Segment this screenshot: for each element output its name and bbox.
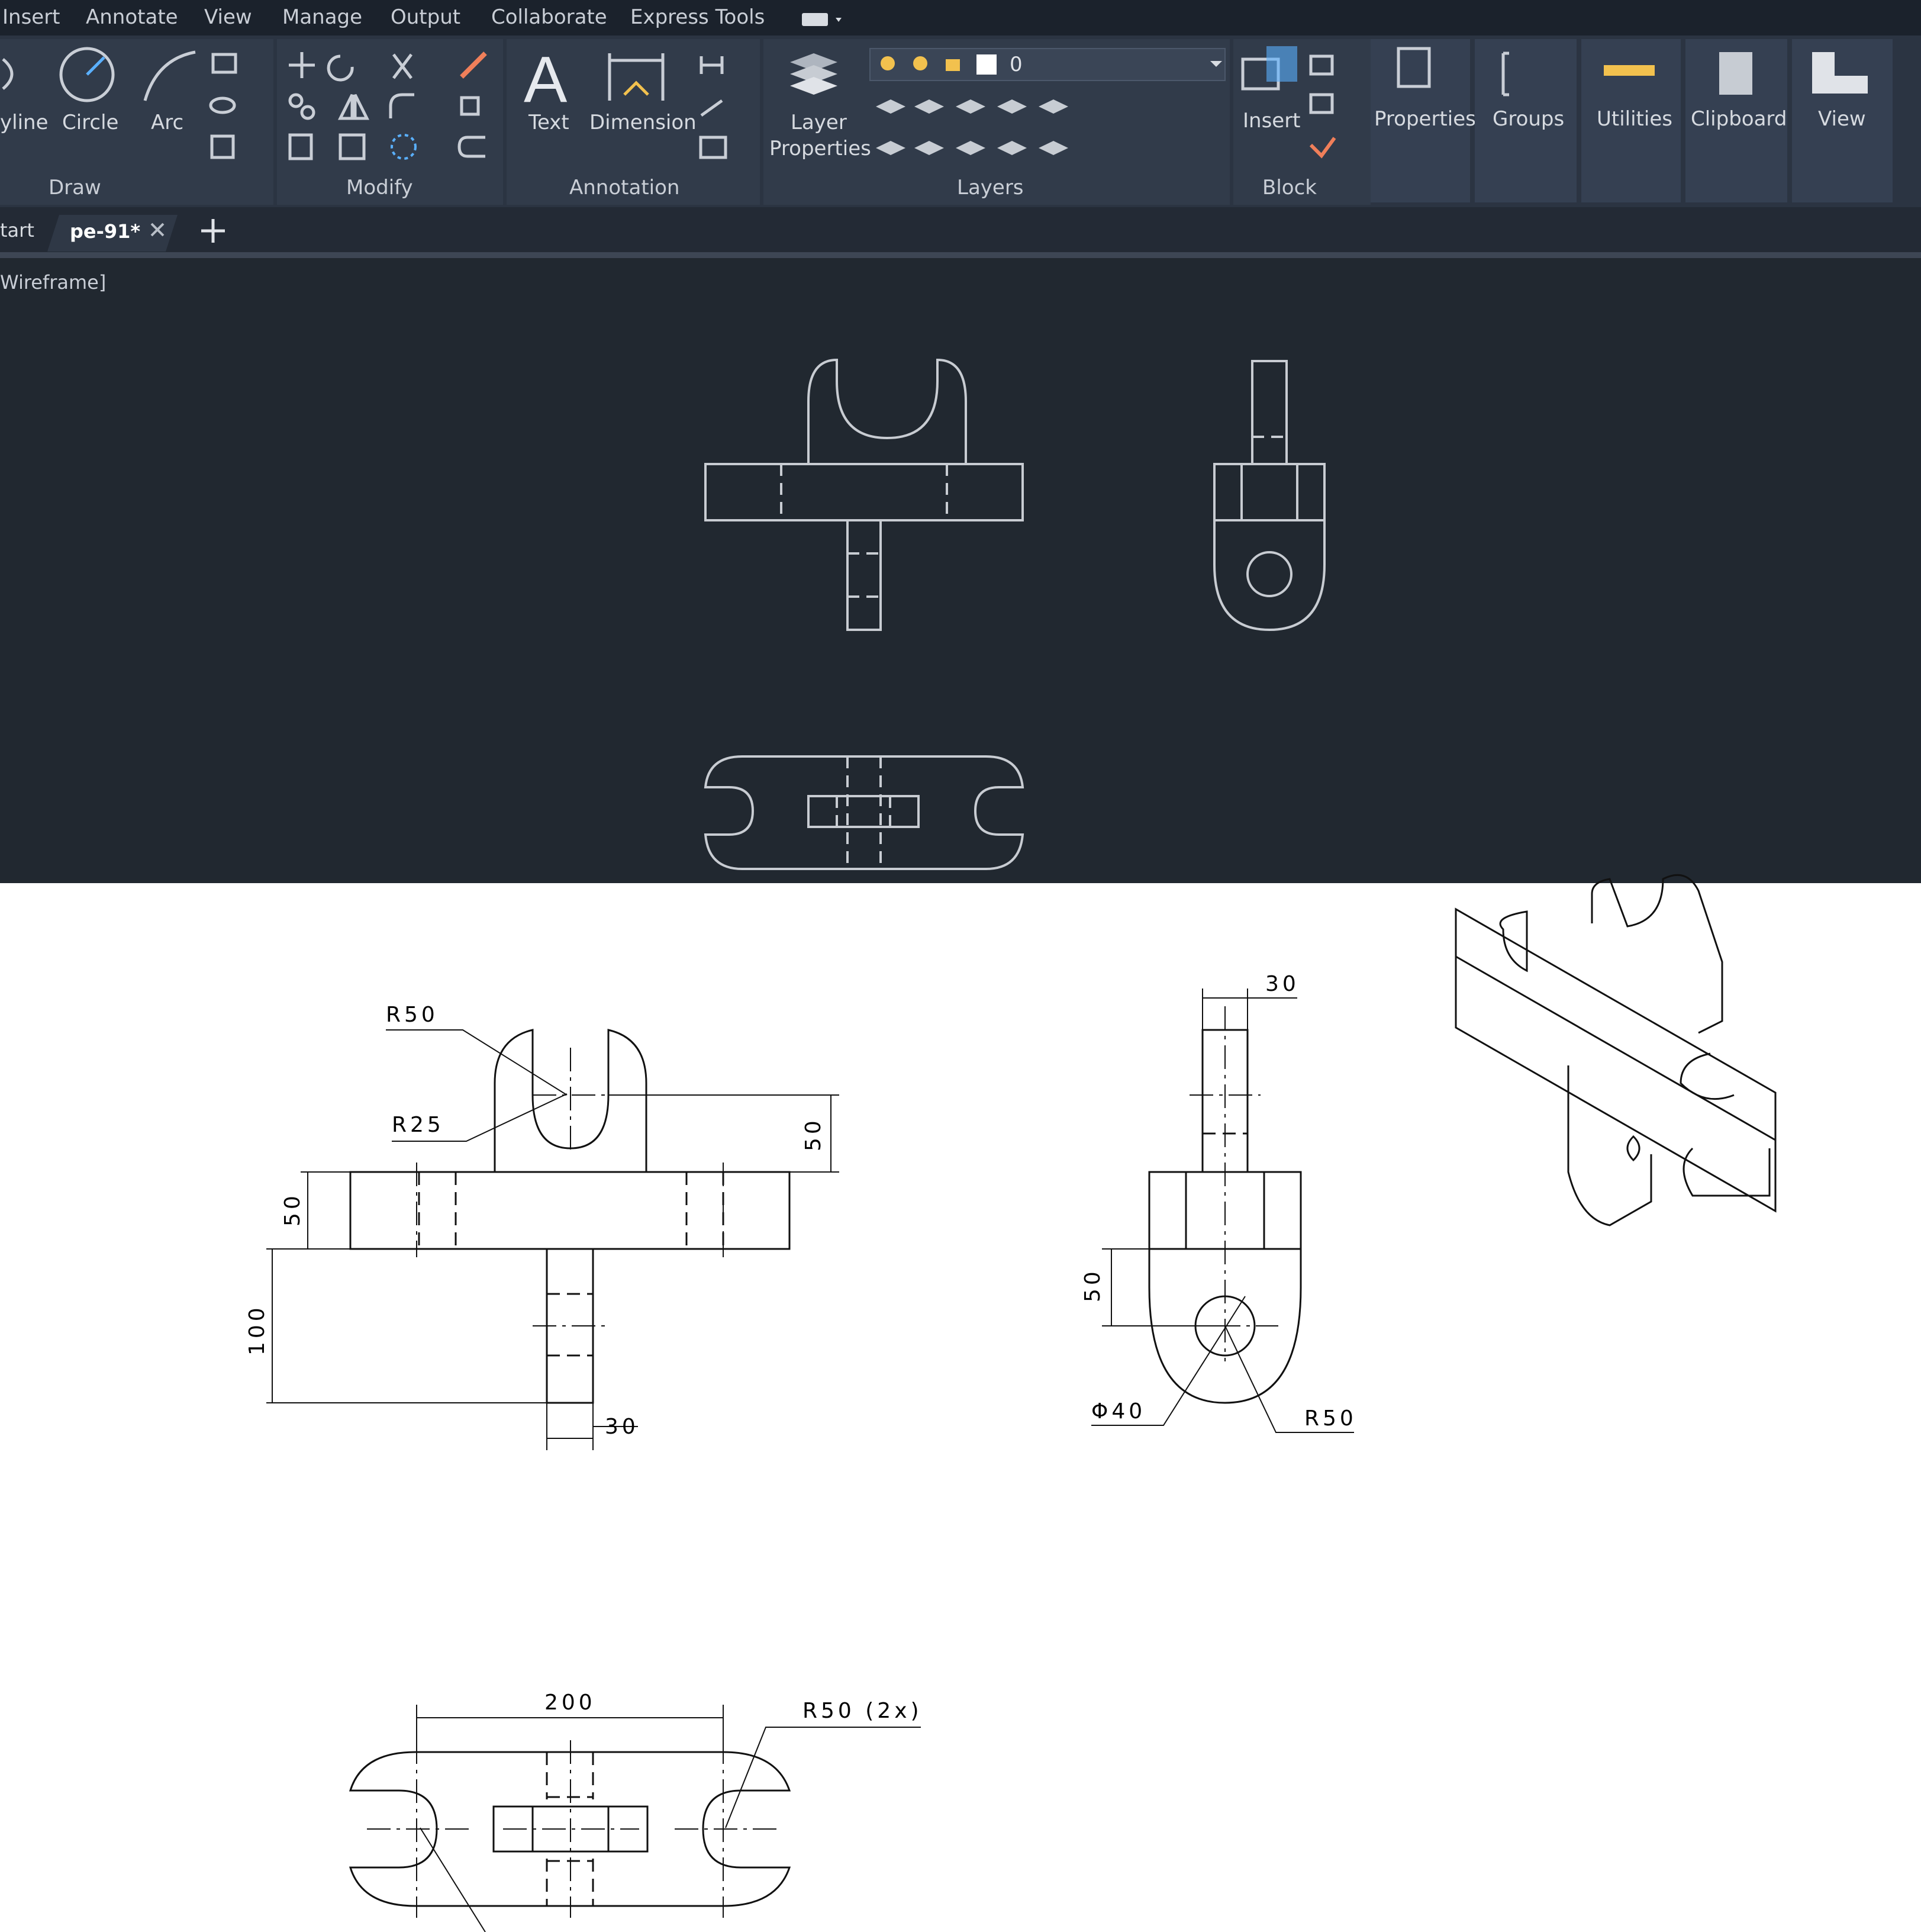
layer-properties-label-2: Properties: [769, 137, 871, 160]
groups-button[interactable]: Groups: [1475, 39, 1577, 202]
groups-label: Groups: [1493, 107, 1564, 131]
drawing-viewport[interactable]: [0, 258, 1921, 883]
view-label: View: [1818, 107, 1866, 131]
circle-label: Circle: [62, 111, 118, 134]
current-layer-name: 0: [1010, 53, 1023, 76]
draw-panel: yline Circle Arc Draw: [0, 39, 273, 205]
modify-panel-title[interactable]: Modify: [346, 176, 413, 199]
text-icon: A: [524, 43, 568, 116]
view-button[interactable]: View: [1792, 39, 1893, 202]
annotation-panel-title[interactable]: Annotation: [569, 176, 679, 199]
screen-canvas: Insert Annotate View Manage Output Colla…: [0, 0, 1921, 1932]
properties-label: Properties: [1374, 107, 1476, 131]
utilities-button[interactable]: Utilities: [1581, 39, 1681, 202]
layers-panel: Layer Properties 0 Layers: [763, 39, 1230, 205]
dim-r25-front: R25: [392, 1113, 444, 1137]
menu-view[interactable]: View: [204, 5, 252, 29]
clipboard-label: Clipboard: [1691, 107, 1787, 131]
menu-express-tools[interactable]: Express Tools: [630, 5, 765, 29]
insert-label: Insert: [1243, 109, 1301, 133]
modify-panel: Modify: [277, 39, 503, 205]
dim-100-front: 100: [245, 1304, 269, 1355]
layer-color-swatch: [976, 54, 997, 75]
lightbulb-icon: [881, 56, 895, 70]
dim-50-front-left: 50: [281, 1192, 305, 1226]
dim-50-side: 50: [1081, 1268, 1105, 1302]
dim-30-front: 30: [605, 1415, 639, 1439]
menu-output[interactable]: Output: [391, 5, 460, 29]
utilities-label: Utilities: [1597, 107, 1672, 131]
lock-icon: [946, 59, 960, 71]
layer-dropdown[interactable]: 0: [869, 48, 1226, 81]
clipboard-icon: [1719, 52, 1752, 95]
draw-panel-title[interactable]: Draw: [49, 176, 101, 199]
layers-panel-title[interactable]: Layers: [957, 176, 1024, 199]
block-panel-title[interactable]: Block: [1262, 176, 1317, 199]
tab-active-drawing[interactable]: pe-91*: [47, 215, 178, 252]
autocad-window: Insert Annotate View Manage Output Colla…: [0, 0, 1921, 1932]
measure-ruler-icon: [1604, 65, 1655, 76]
tab-active-label: pe-91*: [70, 220, 140, 243]
dimension-label: Dimension: [589, 111, 697, 134]
tab-start[interactable]: tart: [0, 219, 34, 242]
arc-label: Arc: [151, 111, 183, 134]
polyline-label: yline: [0, 111, 48, 134]
text-label: Text: [528, 111, 569, 134]
clipboard-button[interactable]: Clipboard: [1685, 39, 1787, 202]
properties-button[interactable]: Properties: [1371, 39, 1476, 202]
layer-properties-label-1: Layer: [791, 111, 847, 134]
file-tab-bar: [0, 207, 1921, 255]
dim-50-front-right: 50: [801, 1117, 826, 1151]
sun-icon: [913, 56, 927, 70]
menu-manage[interactable]: Manage: [282, 5, 362, 29]
reference-sheet: [0, 883, 1921, 1932]
menu-annotate[interactable]: Annotate: [86, 5, 178, 29]
menu-collaborate[interactable]: Collaborate: [491, 5, 607, 29]
dim-200-top: 200: [544, 1690, 596, 1715]
tab-divider: [0, 252, 1921, 258]
visual-style-label[interactable]: Wireframe]: [0, 271, 106, 294]
dim-r50-front: R50: [386, 1003, 439, 1027]
annotation-panel: A Text Dimension Annotation: [507, 39, 760, 205]
dim-r50-2x-top: R50 (2x): [802, 1699, 923, 1723]
menu-insert[interactable]: Insert: [2, 5, 60, 29]
dim-r50-side: R50: [1304, 1406, 1357, 1431]
dim-30-side: 30: [1265, 972, 1300, 996]
layer-stack-icon: [790, 53, 837, 95]
text-button[interactable]: A Text: [524, 43, 569, 134]
dim-phi40-side: Φ40: [1091, 1399, 1146, 1424]
block-panel: Insert Block: [1233, 39, 1371, 205]
